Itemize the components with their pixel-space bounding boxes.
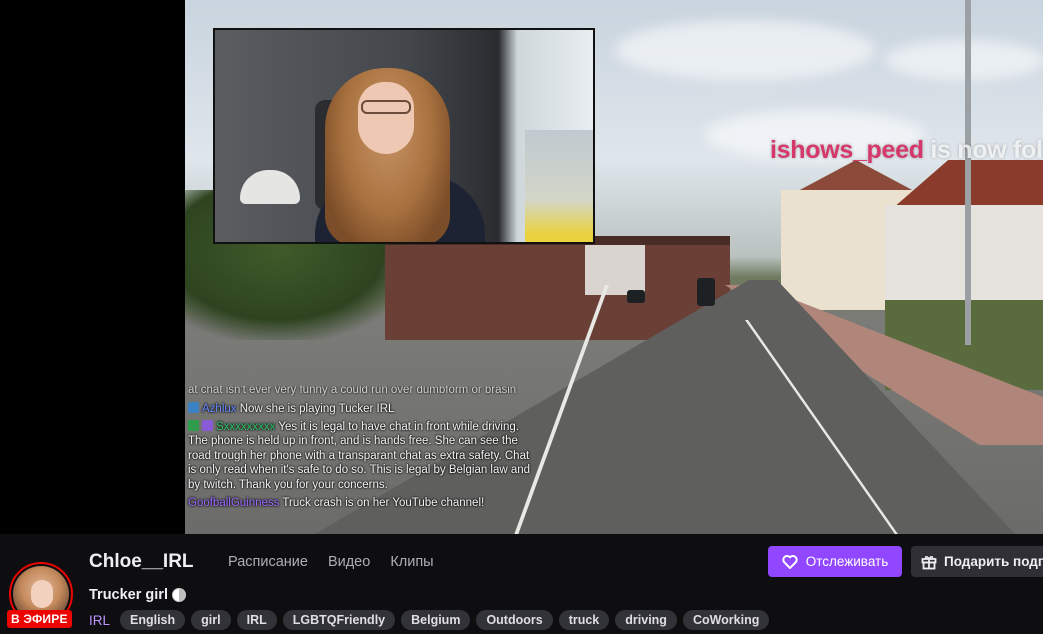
streamer-face [358,82,414,154]
chat-message: Azhlux Now she is playing Tucker IRL [188,402,533,417]
chat-username: GoofballGuinness [188,496,280,509]
street-pole [965,0,971,345]
channel-info-bar: В ЭФИРЕ Chloe__IRL Расписание Видео Клип… [0,534,1043,634]
hard-hat [240,170,300,204]
nav-videos[interactable]: Видео [328,554,370,570]
truck [697,278,715,306]
tag-list: English girl IRL LGBTQFriendly Belgium O… [120,610,770,630]
chat-username: Azhlux [202,403,237,415]
tag[interactable]: English [120,610,186,630]
webcam-overlay [213,28,595,244]
channel-nav: Расписание Видео Клипы [228,554,434,570]
chat-cut-line: at chat isn't ever very funny a could ru… [188,386,517,396]
car [627,290,645,303]
tag[interactable]: driving [615,610,677,630]
stream-page: ishows_peed is now follo at chat isn't e… [0,0,1043,634]
follow-label: Отслеживать [805,554,889,569]
house [885,205,1043,315]
half-circle-icon [171,588,186,602]
tag[interactable]: Outdoors [476,610,553,630]
live-badge: В ЭФИРЕ [7,610,72,628]
chat-overlay: at chat isn't ever very funny a could ru… [188,386,533,513]
cloud [615,20,875,80]
stream-title-text: Trucker girl [89,587,168,603]
video-player[interactable]: ishows_peed is now follo at chat isn't e… [0,0,1043,534]
heart-icon [782,554,798,569]
tag[interactable]: CoWorking [682,610,770,630]
tag[interactable]: LGBTQFriendly [282,610,396,630]
chat-username: Sxxxxxxxxx [216,420,276,433]
badge-icon [188,419,199,431]
truck-window [525,130,593,242]
gift-label: Подарить подписку [944,554,1043,569]
cloud [885,40,1043,80]
badge-icon [202,419,213,431]
follow-alert: ishows_peed is now follo [770,136,1043,165]
gift-sub-button[interactable]: Подарить подписку [911,546,1043,577]
tag[interactable]: girl [191,610,231,630]
glasses [361,100,411,114]
chat-message: GoofballGuinness Truck crash is on her Y… [188,496,533,511]
chat-message: Sxxxxxxxxx Yes it is legal to have chat … [188,419,533,493]
category-link[interactable]: IRL [89,613,110,628]
tag[interactable]: truck [558,610,610,630]
nav-clips[interactable]: Клипы [390,554,433,570]
channel-name[interactable]: Chloe__IRL [89,551,194,573]
alert-text: is now follo [930,136,1043,164]
chat-text: Now she is playing Tucker IRL [236,403,395,415]
follow-button[interactable]: Отслеживать [768,546,902,577]
tag[interactable]: Belgium [401,610,471,630]
badge-icon [188,402,199,413]
nav-schedule[interactable]: Расписание [228,554,308,570]
chat-text: Truck crash is on her YouTube channel! [279,496,485,509]
tag[interactable]: IRL [236,610,277,630]
house [585,245,645,295]
stream-title: Trucker girl [89,587,186,603]
alert-username: ishows_peed [770,136,924,164]
gift-icon [921,554,937,570]
